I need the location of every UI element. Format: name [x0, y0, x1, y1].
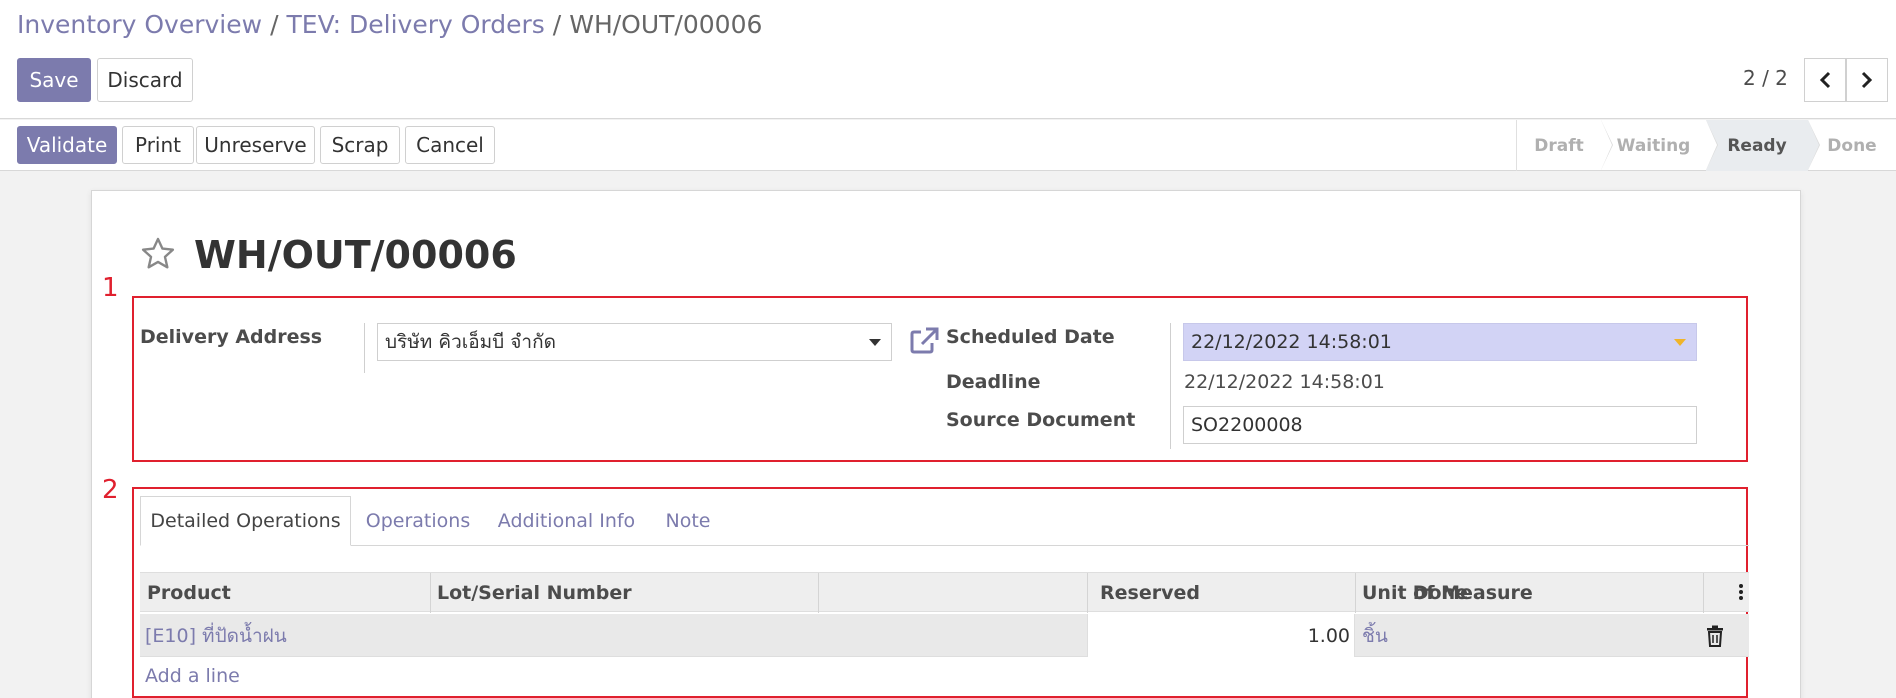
source-document-label: Source Document	[946, 409, 1136, 431]
pager-previous-button[interactable]	[1804, 58, 1846, 102]
chevron-right-icon	[1861, 71, 1873, 89]
control-panel: Inventory Overview / TEV: Delivery Orders /…	[0, 0, 1896, 119]
scrap-button[interactable]: Scrap	[320, 126, 400, 164]
field-separator	[1170, 323, 1171, 449]
status-step-done[interactable]: Done	[1808, 120, 1896, 171]
scheduled-date-label: Scheduled Date	[946, 326, 1115, 348]
breadcrumb-delivery-orders[interactable]: TEV: Delivery Orders	[287, 10, 545, 39]
column-lot-serial[interactable]: Lot/Serial Number	[437, 573, 632, 613]
caret-down-icon	[1674, 339, 1686, 346]
tab-additional-info[interactable]: Additional Info	[489, 496, 644, 546]
field-separator	[364, 323, 365, 373]
column-separator	[1703, 573, 1704, 613]
breadcrumb: Inventory Overview / TEV: Delivery Orders /…	[17, 8, 762, 42]
status-step-label: Draft	[1534, 135, 1584, 156]
source-document-field[interactable]: SO2200008	[1183, 406, 1697, 444]
record-title: WH/OUT/00006	[194, 233, 517, 277]
row-unit-of-measure[interactable]: ชิ้น	[1362, 614, 1388, 657]
column-product[interactable]: Product	[147, 573, 231, 613]
annotation-label-2: 2	[102, 475, 119, 505]
delivery-address-label: Delivery Address	[140, 326, 323, 348]
validate-button[interactable]: Validate	[17, 126, 117, 164]
trash-icon[interactable]	[1705, 625, 1725, 647]
delivery-address-value: บริษัท คิวเอ็มบี จำกัด	[385, 331, 556, 353]
breadcrumb-separator: /	[270, 10, 279, 39]
tab-operations[interactable]: Operations	[355, 496, 481, 546]
breadcrumb-current: WH/OUT/00006	[569, 10, 763, 39]
tab-note[interactable]: Note	[652, 496, 724, 546]
column-separator	[430, 573, 431, 613]
scheduled-date-field[interactable]: 22/12/2022 14:58:01	[1183, 323, 1697, 361]
star-outline-icon[interactable]	[139, 235, 177, 273]
table-header: Product Lot/Serial Number Reserved Done …	[140, 572, 1749, 613]
status-step-label: Ready	[1727, 135, 1787, 156]
column-separator	[1355, 573, 1356, 613]
cancel-button[interactable]: Cancel	[405, 126, 495, 164]
status-steps: Draft Waiting Ready Done	[1516, 120, 1896, 171]
delivery-address-select[interactable]: บริษัท คิวเอ็มบี จำกัด	[377, 323, 892, 361]
pager-value: 2 / 2	[1743, 66, 1788, 90]
step-arrow	[1601, 120, 1612, 170]
status-step-draft[interactable]: Draft	[1517, 120, 1613, 171]
table-row[interactable]: [E10] ที่ปัดน้ำฝน 1.00 ชิ้น	[140, 614, 1749, 657]
breadcrumb-separator: /	[552, 10, 562, 39]
add-line-link[interactable]: Add a line	[145, 665, 240, 687]
status-step-label: Waiting	[1616, 135, 1691, 156]
discard-button[interactable]: Discard	[97, 58, 193, 102]
caret-down-icon	[869, 339, 881, 346]
deadline-label: Deadline	[946, 371, 1041, 393]
step-arrow	[1706, 120, 1717, 170]
source-document-value: SO2200008	[1191, 414, 1303, 436]
unreserve-button[interactable]: Unreserve	[196, 126, 315, 164]
annotation-label-1: 1	[102, 273, 119, 303]
row-product[interactable]: [E10] ที่ปัดน้ำฝน	[145, 614, 287, 657]
deadline-value: 22/12/2022 14:58:01	[1184, 371, 1385, 393]
print-button[interactable]: Print	[122, 126, 194, 164]
step-arrow	[1808, 120, 1819, 170]
pager-next-button[interactable]	[1846, 58, 1888, 102]
scheduled-date-value: 22/12/2022 14:58:01	[1191, 331, 1392, 353]
chevron-left-icon	[1819, 71, 1831, 89]
tab-detailed-operations[interactable]: Detailed Operations	[140, 496, 351, 546]
external-link-icon[interactable]	[908, 326, 940, 356]
status-step-waiting[interactable]: Waiting	[1601, 120, 1718, 171]
save-button[interactable]: Save	[17, 58, 91, 102]
optional-columns-icon[interactable]	[1738, 582, 1744, 602]
status-step-label: Done	[1827, 135, 1877, 156]
breadcrumb-inventory-overview[interactable]: Inventory Overview	[17, 10, 262, 39]
statusbar: Validate Print Unreserve Scrap Cancel Dr…	[0, 120, 1896, 171]
row-done-input[interactable]: 1.00	[1087, 614, 1355, 657]
status-step-ready[interactable]: Ready	[1706, 120, 1820, 171]
row-done-value: 1.00	[1307, 624, 1350, 647]
column-unit-of-measure[interactable]: Unit of Measure	[1362, 573, 1533, 613]
